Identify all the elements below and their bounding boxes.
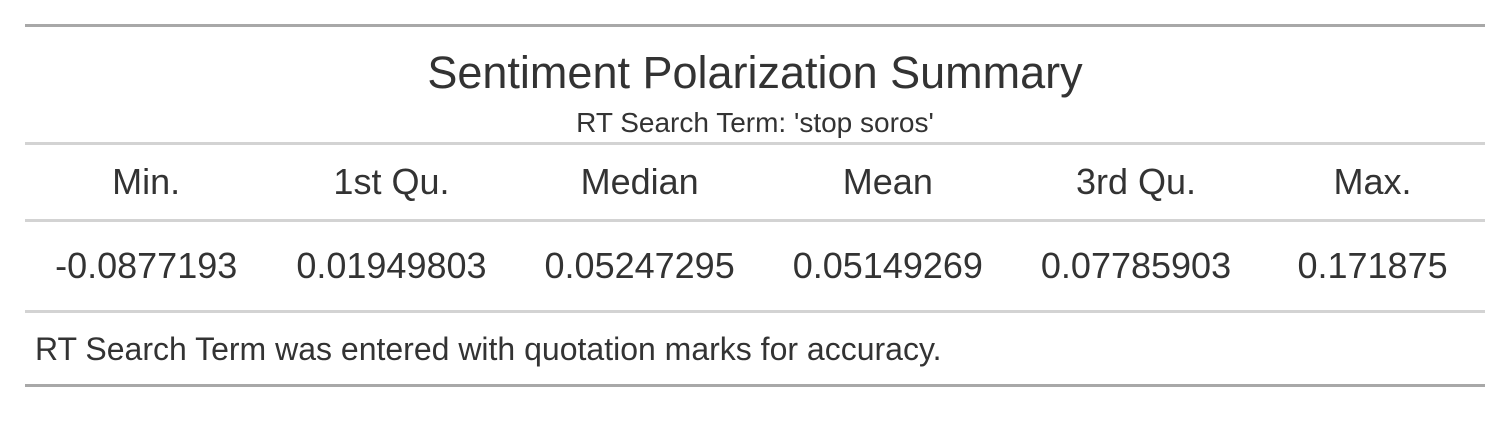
cell-mean: 0.05149269 [792,245,983,286]
table-title: Sentiment Polarization Summary [427,47,1083,98]
column-header-1st-quartile: 1st Qu. [333,161,450,202]
column-header-row: Min. 1st Qu. Median Mean 3rd Qu. Max. [25,145,1485,221]
cell-min: -0.0877193 [55,245,238,286]
column-header-min: Min. [112,161,181,202]
column-header-mean: Mean [842,161,933,202]
column-header-3rd-quartile: 3rd Qu. [1075,161,1197,202]
table-bottom-rule [25,384,1485,387]
column-header-max: Max. [1333,161,1412,202]
column-header-median: Median [580,161,699,202]
table-subtitle: RT Search Term: 'stop soros' [576,107,934,138]
cell-max: 0.171875 [1297,245,1448,286]
stats-table: Min. 1st Qu. Median Mean 3rd Qu. Max. -0… [25,145,1485,313]
cell-median: 0.05247295 [544,245,735,286]
summary-table: Sentiment Polarization Summary RT Search… [25,24,1485,387]
cell-3rd-quartile: 0.07785903 [1040,245,1232,286]
table-heading: Sentiment Polarization Summary RT Search… [25,27,1485,142]
cell-1st-quartile: 0.01949803 [296,245,487,286]
table-footnote: RT Search Term was entered with quotatio… [35,331,942,367]
table-row: -0.0877193 0.01949803 0.05247295 0.05149… [25,221,1485,312]
